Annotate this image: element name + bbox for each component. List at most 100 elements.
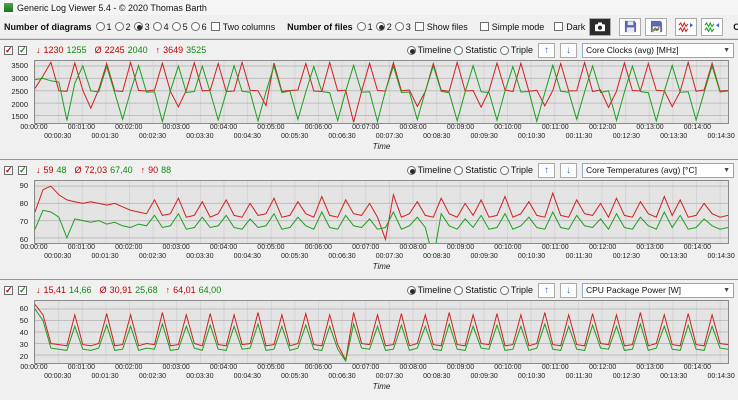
radio-statistic[interactable]: Statistic bbox=[454, 165, 497, 175]
two-columns-checkbox-box[interactable] bbox=[210, 22, 220, 31]
red-series-button[interactable] bbox=[675, 17, 698, 36]
metric-select[interactable]: Core Temperatures (avg) [°C] ▼ bbox=[582, 162, 734, 178]
series-stats: ↓ 15,41 14,66 Ø 30,91 25,68 ↑ 64,01 64,00 bbox=[36, 285, 221, 295]
radio-dot[interactable] bbox=[171, 22, 181, 31]
max-icon: ↑ bbox=[165, 285, 171, 295]
radio-dot[interactable] bbox=[394, 22, 404, 31]
radio-timeline[interactable]: Timeline bbox=[406, 165, 451, 175]
metric-select[interactable]: Core Clocks (avg) [MHz] ▼ bbox=[582, 42, 734, 58]
radio-2[interactable]: 2 bbox=[114, 22, 131, 32]
panel-up-button[interactable]: ↑ bbox=[538, 282, 555, 298]
radio-3[interactable]: 3 bbox=[394, 21, 411, 32]
series1-checkbox-box[interactable] bbox=[4, 285, 13, 296]
radio-3[interactable]: 3 bbox=[133, 22, 150, 32]
radio-dot[interactable] bbox=[375, 22, 385, 31]
radio-6[interactable]: 6 bbox=[190, 22, 207, 32]
x-axis-labels-row1: 00:00:00 00:01:00 00:02:00 00:03:00 00:04:00… bbox=[20, 124, 729, 133]
radio-dot[interactable] bbox=[499, 45, 509, 55]
radio-dot[interactable] bbox=[499, 285, 509, 295]
series2-checkbox-box[interactable] bbox=[18, 45, 27, 56]
x-tick-label: 00:12:30 bbox=[612, 253, 640, 260]
up-arrow-icon: ↑ bbox=[544, 164, 549, 176]
radio-label: 4 bbox=[163, 21, 169, 32]
two-columns-checkbox[interactable]: Two columns bbox=[210, 22, 275, 32]
red-zigzag-icon bbox=[678, 21, 694, 33]
radio-dot[interactable] bbox=[454, 285, 464, 295]
chart-plot[interactable] bbox=[34, 300, 729, 364]
simple-mode-checkbox[interactable]: Simple mode bbox=[479, 22, 544, 32]
save-chart-button[interactable] bbox=[645, 17, 668, 36]
series2-checkbox-box[interactable] bbox=[18, 165, 27, 176]
series2-visibility-checkbox[interactable] bbox=[18, 285, 27, 296]
show-files-checkbox-box[interactable] bbox=[414, 22, 424, 31]
radio-1[interactable]: 1 bbox=[356, 22, 373, 32]
change-all-label: Change all bbox=[733, 21, 738, 32]
dark-checkbox-box[interactable] bbox=[554, 22, 564, 31]
radio-dot[interactable] bbox=[454, 45, 464, 55]
radio-triple[interactable]: Triple bbox=[499, 45, 533, 55]
panel-down-button[interactable]: ↓ bbox=[560, 42, 577, 58]
green-series-button[interactable] bbox=[701, 17, 724, 36]
series2-visibility-checkbox[interactable] bbox=[18, 45, 27, 56]
series1-checkbox-box[interactable] bbox=[4, 165, 13, 176]
save-button[interactable] bbox=[619, 17, 642, 36]
show-files-checkbox[interactable]: Show files bbox=[414, 22, 468, 32]
metric-select[interactable]: CPU Package Power [W] ▼ bbox=[582, 282, 734, 298]
series1-visibility-checkbox[interactable] bbox=[4, 285, 13, 296]
chart-plot[interactable] bbox=[34, 60, 729, 124]
radio-triple[interactable]: Triple bbox=[499, 285, 533, 295]
radio-dot[interactable] bbox=[114, 22, 124, 31]
radio-label: 3 bbox=[405, 21, 411, 32]
radio-label: Triple bbox=[510, 285, 533, 295]
panel-down-button[interactable]: ↓ bbox=[560, 282, 577, 298]
diagram-count-radios: 1 2 3 4 5 6 bbox=[95, 21, 207, 32]
series2-checkbox-box[interactable] bbox=[18, 285, 27, 296]
radio-dot[interactable] bbox=[499, 165, 509, 175]
min-value-red: 59 bbox=[43, 165, 54, 175]
x-tick-label: 00:00:30 bbox=[44, 253, 72, 260]
radio-timeline[interactable]: Timeline bbox=[406, 285, 451, 295]
radio-statistic[interactable]: Statistic bbox=[454, 45, 497, 55]
y-tick-label: 50 bbox=[19, 316, 28, 326]
series1-visibility-checkbox[interactable] bbox=[4, 165, 13, 176]
radio-dot[interactable] bbox=[152, 22, 162, 31]
radio-dot[interactable] bbox=[406, 45, 416, 55]
radio-dot[interactable] bbox=[190, 22, 200, 31]
radio-dot[interactable] bbox=[95, 22, 105, 31]
avg-value-green: 25,68 bbox=[135, 285, 158, 295]
y-axis-labels: 20 30 40 50 60 bbox=[4, 300, 30, 364]
radio-dot[interactable] bbox=[356, 22, 366, 31]
x-tick-label: 00:11:00 bbox=[541, 364, 569, 371]
screenshot-button[interactable] bbox=[589, 17, 612, 36]
series1-checkbox-box[interactable] bbox=[4, 45, 13, 56]
x-tick-label: 00:06:00 bbox=[304, 364, 332, 371]
min-value-green: 1255 bbox=[66, 45, 87, 55]
radio-timeline[interactable]: Timeline bbox=[406, 45, 451, 55]
max-icon: ↑ bbox=[155, 45, 161, 55]
min-icon: ↓ bbox=[36, 165, 41, 175]
radio-2[interactable]: 2 bbox=[375, 22, 392, 32]
radio-dot[interactable] bbox=[454, 165, 464, 175]
radio-dot[interactable] bbox=[406, 165, 416, 175]
simple-mode-checkbox-box[interactable] bbox=[479, 22, 489, 31]
radio-dot[interactable] bbox=[406, 285, 416, 295]
radio-5[interactable]: 5 bbox=[171, 22, 188, 32]
radio-statistic[interactable]: Statistic bbox=[454, 285, 497, 295]
dark-checkbox[interactable]: Dark bbox=[554, 22, 585, 32]
x-tick-label: 00:03:00 bbox=[162, 364, 190, 371]
chart-plot[interactable] bbox=[34, 180, 729, 244]
radio-dot[interactable] bbox=[133, 22, 143, 31]
series2-visibility-checkbox[interactable] bbox=[18, 165, 27, 176]
radio-triple[interactable]: Triple bbox=[499, 165, 533, 175]
x-tick-label: 00:03:00 bbox=[162, 244, 190, 251]
panel-down-button[interactable]: ↓ bbox=[560, 162, 577, 178]
panel-up-button[interactable]: ↑ bbox=[538, 162, 555, 178]
x-tick-label: 00:14:00 bbox=[683, 244, 712, 251]
y-axis-labels: 1500 2000 2500 3000 3500 bbox=[4, 60, 30, 124]
radio-4[interactable]: 4 bbox=[152, 21, 169, 32]
series1-visibility-checkbox[interactable] bbox=[4, 45, 13, 56]
radio-1[interactable]: 1 bbox=[95, 22, 112, 32]
down-arrow-icon: ↓ bbox=[566, 44, 571, 56]
x-tick-label: 00:07:00 bbox=[352, 364, 380, 371]
panel-up-button[interactable]: ↑ bbox=[538, 42, 555, 58]
